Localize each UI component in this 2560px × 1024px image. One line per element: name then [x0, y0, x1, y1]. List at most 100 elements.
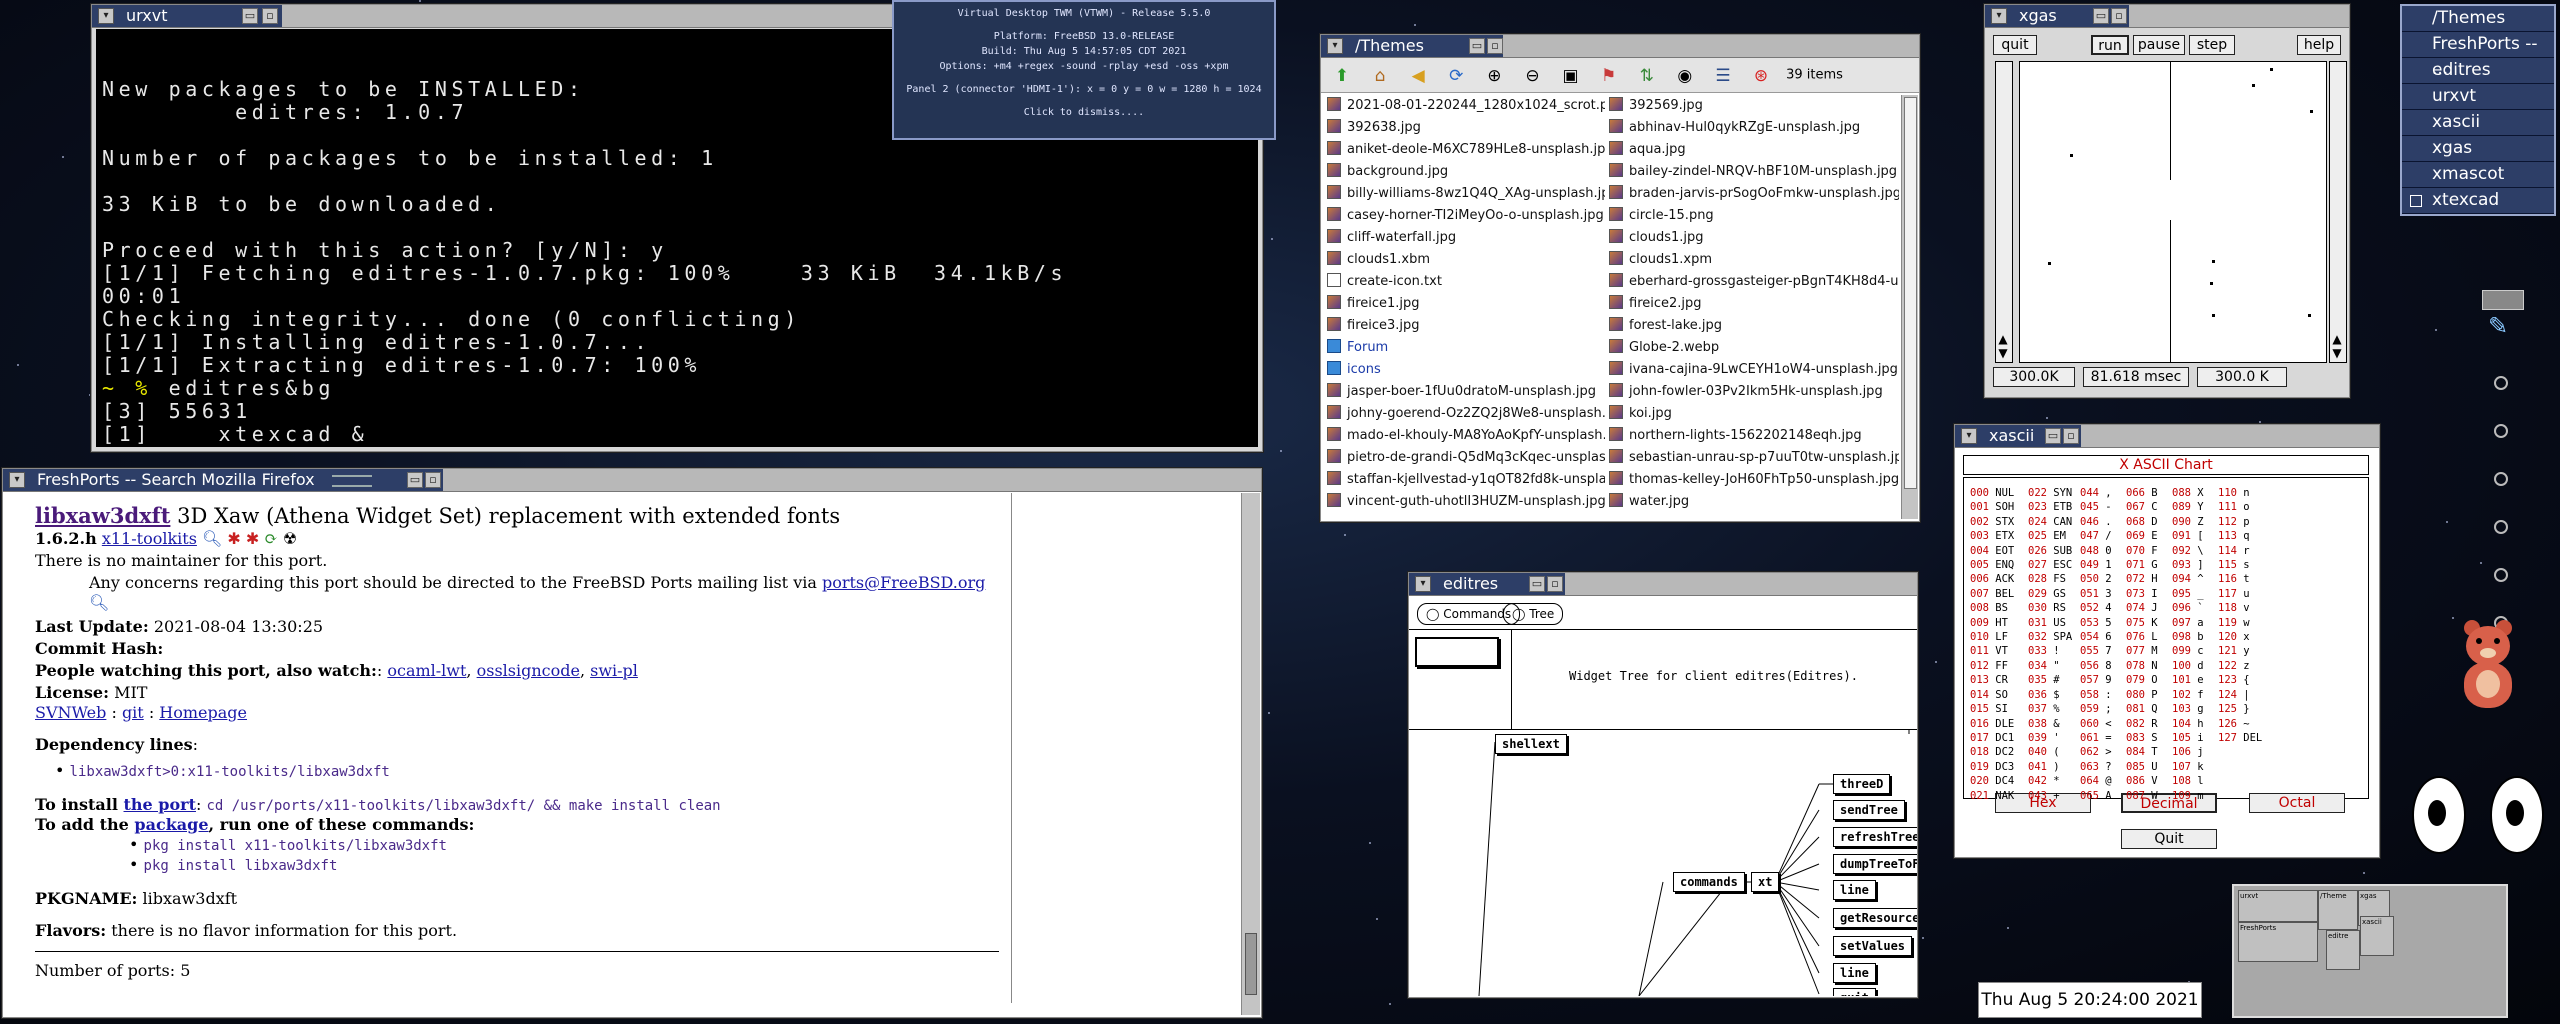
file-item[interactable]: clouds1.xbm — [1327, 249, 1605, 271]
tree-node-xt[interactable]: xt — [1751, 872, 1780, 892]
slider-down-icon[interactable]: ▼ — [2330, 346, 2344, 360]
file-item[interactable]: braden-jarvis-prSogOoFmkw-unsplash.jpg — [1609, 183, 1899, 205]
pager-xascii[interactable]: xascii — [2360, 916, 2394, 956]
folder-item[interactable]: Forum — [1327, 337, 1605, 359]
svnweb-link[interactable]: SVNWeb — [35, 703, 106, 722]
file-item[interactable]: 392638.jpg — [1327, 117, 1605, 139]
file-item[interactable]: forest-lake.jpg — [1609, 315, 1899, 337]
eye-icon[interactable]: ◉ — [1672, 63, 1698, 89]
reload-icon[interactable]: ⟳ — [1443, 63, 1469, 89]
tree-node-quit[interactable]: quit — [1833, 988, 1876, 996]
file-item[interactable]: cliff-waterfall.jpg — [1327, 227, 1605, 249]
small-window-icon[interactable] — [2482, 290, 2524, 310]
file-item[interactable]: abhinav-Hul0qykRZgE-unsplash.jpg — [1609, 117, 1899, 139]
file-item[interactable]: eberhard-grossgasteiger-pBgnT4KH8d4-unsp… — [1609, 271, 1899, 293]
title-bar[interactable]: editres ▾ ▭ ▫ — [1409, 573, 1917, 596]
file-item[interactable]: bailey-zindel-NRQV-hBF10M-unsplash.jpg — [1609, 161, 1899, 183]
file-item[interactable]: casey-horner-TI2iMeyOo-o-unsplash.jpg — [1327, 205, 1605, 227]
window-menu-icon[interactable]: ▾ — [1991, 8, 2007, 24]
file-item[interactable]: fireice2.jpg — [1609, 293, 1899, 315]
file-item[interactable]: sebastian-unrau-sp-p7uuT0tw-unsplash.jpg — [1609, 447, 1899, 469]
file-item[interactable]: aqua.jpg — [1609, 139, 1899, 161]
quit-button[interactable]: quit — [1993, 35, 2037, 55]
title-bar[interactable]: FreshPorts -- Search Mozilla Firefox ▾ ▭… — [3, 469, 1261, 492]
vtwm-dismiss[interactable]: Click to dismiss.... — [894, 105, 1274, 120]
editres-window[interactable]: editres ▾ ▭ ▫ ◯ Commands ◯ Tree Widget T… — [1408, 572, 1918, 998]
tree-node-sendtree[interactable]: sendTree — [1833, 800, 1905, 820]
slider-up-icon[interactable]: ▲ — [1996, 332, 2010, 346]
homepage-link[interactable]: Homepage — [159, 703, 247, 722]
file-item[interactable]: mado-el-khouly-MA8YoAoKpfY-unsplash.jpg — [1327, 425, 1605, 447]
tree-node-threed[interactable]: threeD — [1833, 774, 1891, 794]
window-menu-icon[interactable]: ▾ — [1327, 38, 1343, 54]
zoom-in-icon[interactable]: ⊕ — [1481, 63, 1507, 89]
window-list-item[interactable]: xascii — [2402, 110, 2554, 136]
tree-node-dumptreetofile[interactable]: dumpTreeToFile — [1833, 854, 1917, 874]
search-icon[interactable]: 🔍︎ — [202, 529, 222, 548]
the-port-link[interactable]: the port — [124, 795, 196, 814]
file-item[interactable]: ivana-cajina-9LwCEYH1oW4-unsplash.jpg — [1609, 359, 1899, 381]
file-item[interactable]: Globe-2.webp — [1609, 337, 1899, 359]
quit-button[interactable]: Quit — [2121, 829, 2217, 849]
run-button[interactable]: run — [2091, 35, 2129, 55]
resize-icon[interactable]: ▫ — [2063, 428, 2079, 444]
iconify-icon[interactable]: ▭ — [242, 8, 258, 24]
watch-link-1[interactable]: ocaml-lwt — [387, 661, 466, 680]
file-item[interactable]: aniket-deole-M6XC789HLe8-unsplash.jpg — [1327, 139, 1605, 161]
zoom-out-icon[interactable]: ⊖ — [1519, 63, 1545, 89]
mini-panner[interactable] — [1415, 637, 1499, 667]
resize-icon[interactable]: ▫ — [425, 472, 441, 488]
pager-urxvt[interactable]: urxvt — [2238, 890, 2318, 922]
file-item[interactable]: koi.jpg — [1609, 403, 1899, 425]
file-item[interactable]: staffan-kjellvestad-y1qOT82fd8k-unsplash… — [1327, 469, 1605, 491]
watch-link-2[interactable]: osslsigncode — [477, 661, 580, 680]
tree-node-commands[interactable]: commands — [1673, 872, 1745, 892]
title-bar[interactable]: xgas ▾ ▭ ▫ — [1985, 5, 2349, 28]
tree-node-refreshtree[interactable]: refreshTree — [1833, 827, 1917, 847]
pin-icon[interactable]: ✎ — [2488, 312, 2514, 340]
help-button[interactable]: help — [2297, 35, 2341, 55]
iconify-icon[interactable]: ▭ — [2093, 8, 2109, 24]
window-list-item[interactable]: xgas — [2402, 136, 2554, 162]
left-temp-slider[interactable]: ▲ ▼ — [1995, 61, 2013, 363]
radiation-icon[interactable]: ☢ — [283, 529, 297, 548]
vertical-scrollbar[interactable] — [1241, 493, 1260, 1015]
file-item[interactable]: background.jpg — [1327, 161, 1605, 183]
list-view-icon[interactable]: ☰ — [1710, 63, 1736, 89]
file-item[interactable]: vincent-guth-uhotlI3HUZM-unsplash.jpg — [1327, 491, 1605, 513]
folder-item[interactable]: icons — [1327, 359, 1605, 381]
iconify-icon[interactable]: ▭ — [1529, 576, 1545, 592]
port-name-link[interactable]: libxaw3dxft — [35, 503, 170, 528]
title-bar[interactable]: xascii ▾ ▭ ▫ — [1955, 425, 2379, 448]
window-menu-icon[interactable]: ▾ — [9, 472, 25, 488]
bug-alt-icon[interactable]: ✱ — [246, 529, 259, 548]
file-item[interactable]: northern-lights-1562202148eqh.jpg — [1609, 425, 1899, 447]
pager-themes[interactable]: /Theme — [2318, 890, 2358, 930]
git-link[interactable]: git — [122, 703, 144, 722]
tree-node-line[interactable]: line — [1833, 880, 1876, 900]
resize-icon[interactable]: ▫ — [262, 8, 278, 24]
file-item[interactable]: 2021-08-01-220244_1280x1024_scrot.png — [1327, 95, 1605, 117]
file-item[interactable]: fireice1.jpg — [1327, 293, 1605, 315]
checkbox-icon[interactable] — [2410, 195, 2422, 207]
window-menu-icon[interactable]: ▾ — [1961, 428, 1977, 444]
file-item[interactable]: pietro-de-grandi-Q5dMq3cKqec-unsplash.jp… — [1327, 447, 1605, 469]
file-item[interactable]: thomas-kelley-JoH60FhTp50-unsplash.jpg — [1609, 469, 1899, 491]
slider-down-icon[interactable]: ▼ — [1996, 346, 2010, 360]
resize-icon[interactable]: ▫ — [1487, 38, 1503, 54]
up-arrow-icon[interactable]: ⬆ — [1329, 63, 1355, 89]
flag-icon[interactable]: ⚑ — [1596, 63, 1622, 89]
file-item[interactable]: circle-15.png — [1609, 205, 1899, 227]
pager-editres[interactable]: editre — [2326, 930, 2360, 970]
file-item[interactable]: clouds1.jpg — [1609, 227, 1899, 249]
resize-icon[interactable]: ▫ — [2111, 8, 2127, 24]
bug-icon[interactable]: ✱ — [227, 529, 240, 548]
sort-icon[interactable]: ⇅ — [1634, 63, 1660, 89]
xgas-window[interactable]: xgas ▾ ▭ ▫ quit run pause step help ▲ ▼ … — [1984, 4, 2350, 398]
desktop-pager[interactable]: urxvt /Theme xgas FreshPorts editre xasc… — [2232, 884, 2508, 1018]
vtwm-info-box[interactable]: Virtual Desktop TWM (VTWM) - Release 5.5… — [892, 0, 1276, 140]
file-item[interactable]: create-icon.txt — [1327, 271, 1605, 293]
pause-button[interactable]: pause — [2133, 35, 2185, 55]
right-temp-slider[interactable]: ▲ ▼ — [2329, 61, 2347, 363]
file-item[interactable]: clouds1.xpm — [1609, 249, 1899, 271]
